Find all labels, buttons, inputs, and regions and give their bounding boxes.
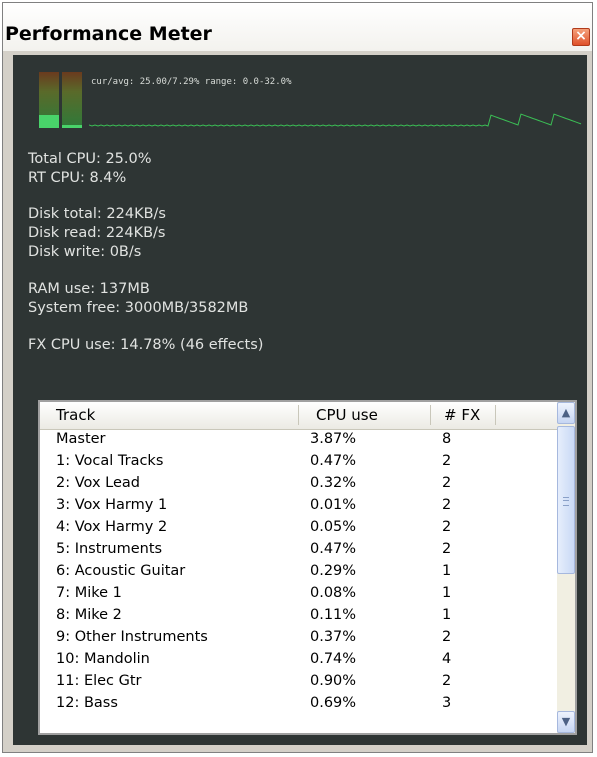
track-name-cell: 10: Mandolin xyxy=(56,651,150,667)
fx-count-cell: 1 xyxy=(442,607,452,623)
grip-icon xyxy=(563,497,569,506)
cpu-use-cell: 0.90% xyxy=(310,673,357,689)
fx-count-cell: 2 xyxy=(442,541,452,557)
table-row[interactable]: 9: Other Instruments 0.37% 2 xyxy=(40,628,557,650)
cpu-history-line xyxy=(89,113,582,127)
table-row[interactable]: 6: Acoustic Guitar 0.29% 1 xyxy=(40,562,557,584)
cpu-use-cell: 0.37% xyxy=(310,629,357,645)
fx-cpu-text: FX CPU use: 14.78% (46 effects) xyxy=(28,337,264,353)
cpu-meter-level-right xyxy=(62,125,82,128)
scrollbar-thumb[interactable] xyxy=(557,426,575,574)
fx-count-cell: 2 xyxy=(442,673,452,689)
cpu-use-cell: 0.29% xyxy=(310,563,357,579)
track-name-cell: Master xyxy=(56,431,106,447)
track-name-cell: 11: Elec Gtr xyxy=(56,673,142,689)
cpu-use-cell: 0.47% xyxy=(310,453,357,469)
total-cpu-text: Total CPU: 25.0% xyxy=(28,151,152,167)
scroll-up-button[interactable]: ▲ xyxy=(557,402,575,424)
scroll-down-button[interactable]: ▼ xyxy=(557,711,575,733)
rt-cpu-text: RT CPU: 8.4% xyxy=(28,170,127,186)
system-free-text: System free: 3000MB/3582MB xyxy=(28,300,249,316)
table-row[interactable]: 7: Mike 1 0.08% 1 xyxy=(40,584,557,606)
fx-count-cell: 1 xyxy=(442,585,452,601)
table-row[interactable]: 12: Bass 0.69% 3 xyxy=(40,694,557,716)
performance-panel: cur/avg: 25.00/7.29% range: 0.0-32.0% To… xyxy=(13,55,587,745)
fx-count-cell: 2 xyxy=(442,475,452,491)
ram-use-text: RAM use: 137MB xyxy=(28,281,150,297)
cpu-use-cell: 0.01% xyxy=(310,497,357,513)
track-name-cell: 1: Vocal Tracks xyxy=(56,453,164,469)
table-row[interactable]: 2: Vox Lead 0.32% 2 xyxy=(40,474,557,496)
track-name-cell: 4: Vox Harmy 2 xyxy=(56,519,168,535)
track-name-cell: 3: Vox Harmy 1 xyxy=(56,497,168,513)
cpu-history-graph xyxy=(89,113,582,127)
table-row[interactable]: 1: Vocal Tracks 0.47% 2 xyxy=(40,452,557,474)
table-row[interactable]: 3: Vox Harmy 1 0.01% 2 xyxy=(40,496,557,518)
table-row[interactable]: 4: Vox Harmy 2 0.05% 2 xyxy=(40,518,557,540)
fx-count-cell: 3 xyxy=(442,695,452,711)
track-name-cell: 9: Other Instruments xyxy=(56,629,208,645)
table-row[interactable]: 11: Elec Gtr 0.90% 2 xyxy=(40,672,557,694)
close-button[interactable]: × xyxy=(572,28,590,46)
column-header-track[interactable]: Track xyxy=(56,406,95,424)
performance-meter-window: Performance Meter × cur/avg: 25.00/7.29%… xyxy=(2,2,593,753)
fx-count-cell: 2 xyxy=(442,519,452,535)
track-cpu-table[interactable]: Track CPU use # FX Master 3.87% 8 1: Vocal … xyxy=(38,400,577,735)
disk-read-text: Disk read: 224KB/s xyxy=(28,225,166,241)
fx-count-cell: 2 xyxy=(442,629,452,645)
track-name-cell: 5: Instruments xyxy=(56,541,163,557)
fx-count-cell: 1 xyxy=(442,563,452,579)
title-bar[interactable]: Performance Meter × xyxy=(3,3,592,51)
cpu-meter-level-left xyxy=(39,115,59,128)
fx-count-cell: 2 xyxy=(442,453,452,469)
disk-write-text: Disk write: 0B/s xyxy=(28,244,142,260)
track-name-cell: 7: Mike 1 xyxy=(56,585,122,601)
table-row[interactable]: 8: Mike 2 0.11% 1 xyxy=(40,606,557,628)
cpu-use-cell: 0.47% xyxy=(310,541,357,557)
cpu-use-cell: 0.69% xyxy=(310,695,357,711)
cpu-use-cell: 0.32% xyxy=(310,475,357,491)
track-name-cell: 12: Bass xyxy=(56,695,118,711)
fx-count-cell: 4 xyxy=(442,651,452,667)
vertical-scrollbar[interactable]: ▲ ▼ xyxy=(557,402,575,733)
column-divider[interactable] xyxy=(495,405,496,425)
column-header-fx-count[interactable]: # FX xyxy=(444,406,480,424)
graph-caption: cur/avg: 25.00/7.29% range: 0.0-32.0% xyxy=(91,77,292,87)
fx-count-cell: 2 xyxy=(442,497,452,513)
column-header-cpu-use[interactable]: CPU use xyxy=(316,406,378,424)
cpu-use-cell: 3.87% xyxy=(310,431,357,447)
track-name-cell: 8: Mike 2 xyxy=(56,607,122,623)
cpu-use-cell: 0.74% xyxy=(310,651,357,667)
fx-count-cell: 8 xyxy=(442,431,452,447)
table-row[interactable]: 10: Mandolin 0.74% 4 xyxy=(40,650,557,672)
cpu-meter-bar-right xyxy=(62,72,82,128)
column-divider[interactable] xyxy=(430,405,431,425)
track-name-cell: 6: Acoustic Guitar xyxy=(56,563,186,579)
window-title: Performance Meter xyxy=(5,23,212,45)
cpu-use-cell: 0.11% xyxy=(310,607,357,623)
table-row[interactable]: Master 3.87% 8 xyxy=(40,430,557,452)
cpu-use-cell: 0.08% xyxy=(310,585,357,601)
cpu-use-cell: 0.05% xyxy=(310,519,357,535)
column-divider[interactable] xyxy=(298,405,299,425)
table-row[interactable]: 5: Instruments 0.47% 2 xyxy=(40,540,557,562)
track-name-cell: 2: Vox Lead xyxy=(56,475,140,491)
table-header: Track CPU use # FX xyxy=(40,402,557,430)
disk-total-text: Disk total: 224KB/s xyxy=(28,206,166,222)
